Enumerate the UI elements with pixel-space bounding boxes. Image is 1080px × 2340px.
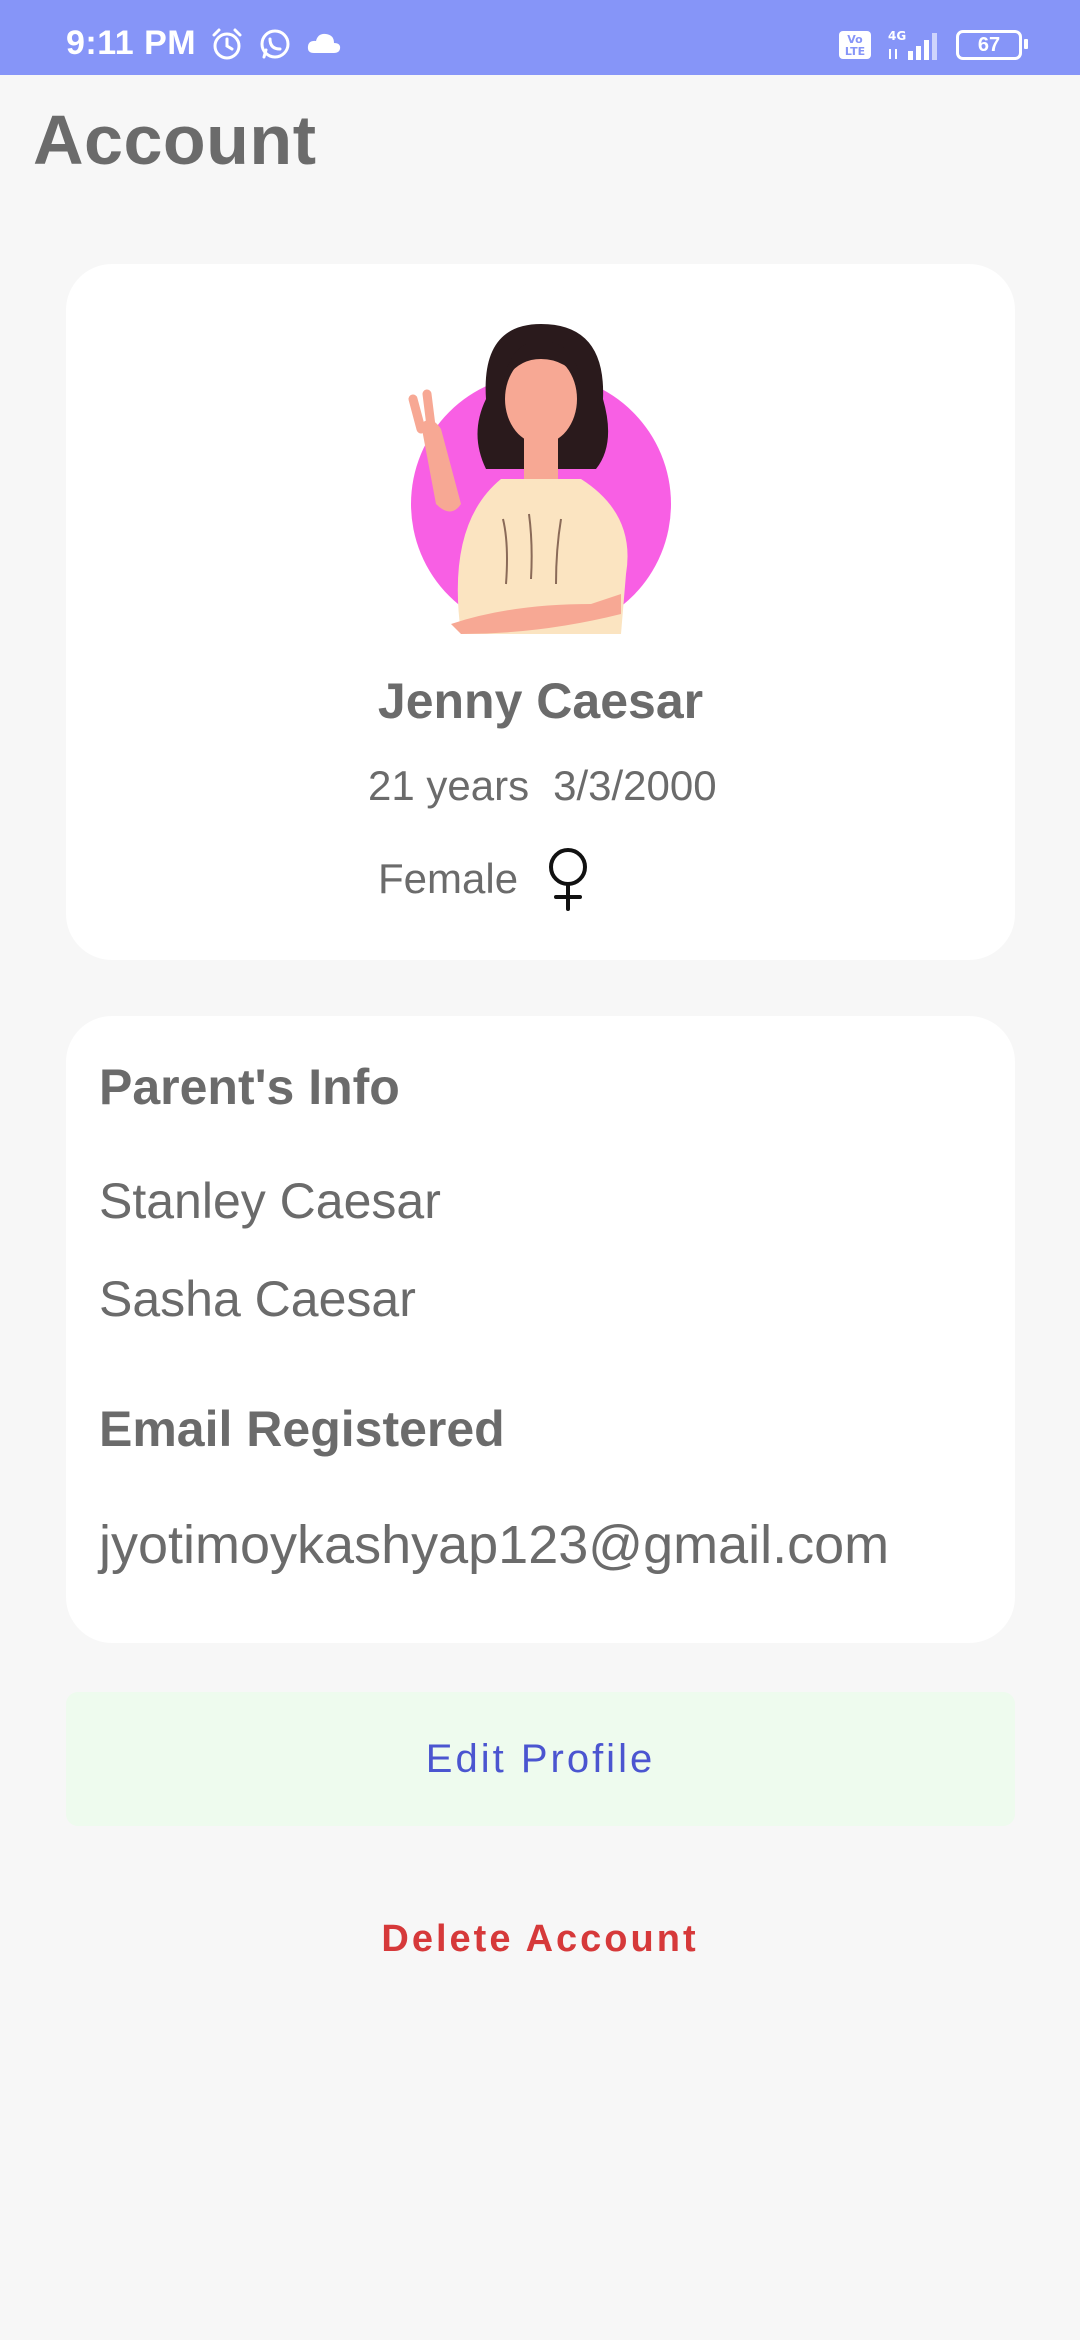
edit-profile-button[interactable]: Edit Profile [66,1692,1015,1826]
status-icons-left [210,27,342,61]
svg-text:LTE: LTE [845,45,865,58]
girl-avatar-icon [408,324,671,634]
parent-name: Sasha Caesar [99,1271,416,1327]
parents-info-heading: Parent's Info [99,1059,400,1115]
gender-row: Female [378,847,590,911]
student-name: Jenny Caesar [377,673,704,729]
svg-text:4G: 4G [888,29,906,43]
status-time: 9:11 PM [66,24,197,62]
registered-email: jyotimoykashyap123@gmail.com [99,1515,890,1575]
profile-card: Jenny Caesar 21 years 3/3/2000 Female [66,264,1015,960]
battery-level: 67 [977,33,1001,56]
age-dob-row: 21 years 3/3/2000 [368,762,717,810]
delete-account-button[interactable]: Delete Account [0,1918,1080,1961]
edit-profile-label: Edit Profile [425,1736,656,1781]
status-bar: 9:11 PM Vo LTE 4G 67 [0,0,1080,75]
alarm-icon [212,28,242,60]
info-card: Parent's Info Stanley Caesar Sasha Caesa… [66,1016,1015,1643]
signal-4g-icon: 4G [888,29,937,60]
student-age: 21 years [368,762,530,809]
status-icons-right: Vo LTE 4G 67 [838,29,1028,61]
whatsapp-icon [260,29,290,59]
page-title: Account [33,101,317,179]
email-heading: Email Registered [99,1401,505,1457]
student-dob: 3/3/2000 [553,762,717,809]
student-gender: Female [378,855,519,902]
parent-name: Stanley Caesar [99,1173,441,1229]
battery-icon: 67 [956,30,1028,60]
volte-icon: Vo LTE [839,31,871,59]
cloud-icon [307,33,341,53]
female-symbol-icon [549,848,588,911]
